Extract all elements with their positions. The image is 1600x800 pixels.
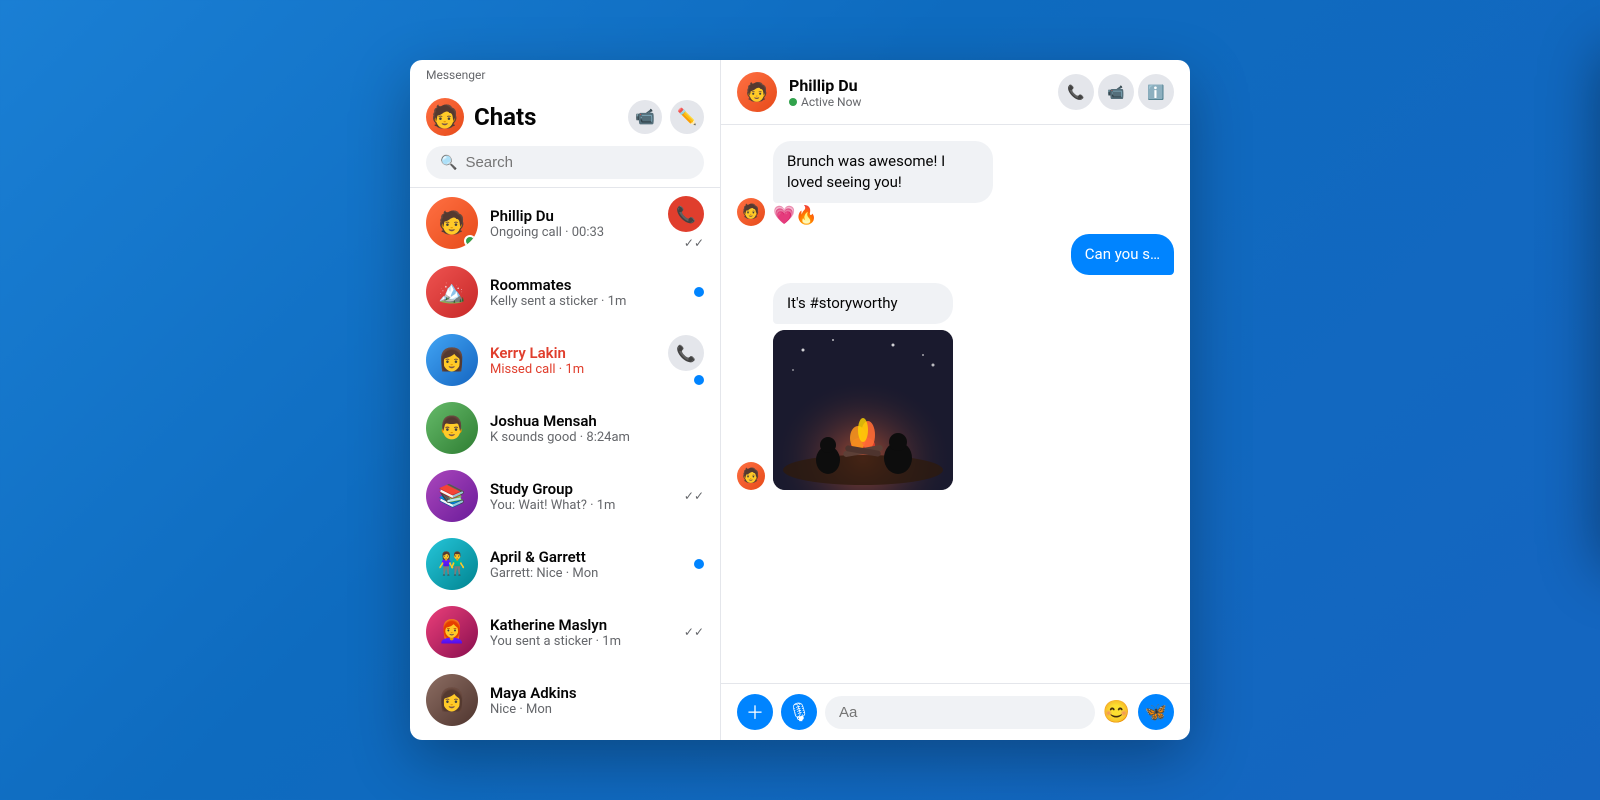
header-icons: 📹 ✏️ [628,100,704,134]
campfire-image [773,330,953,490]
chat-item-maya-adkins[interactable]: 👩 Maya Adkins Nice · Mon [410,666,720,734]
chat-info-phillip-du: Phillip Du Ongoing call · 00:33 [490,207,656,240]
user-avatar[interactable]: 🧑 [426,98,464,136]
message-bubble-sent: Can you s… [1071,234,1174,275]
chat-name-study-group: Study Group [490,480,672,498]
app-window: Messenger 🧑 Chats 📹 ✏️ 🔍 [410,60,1190,740]
search-bar: 🔍 [426,146,704,179]
chat-preview-joshua-mensah: K sounds good · 8:24am [490,430,692,445]
chat-meta-kerry-lakin: 📞 [668,335,704,385]
chat-name-katherine-maslyn: Katherine Maslyn [490,616,672,634]
chat-preview-roommates: Kelly sent a sticker · 1m [490,294,682,309]
message-avatar-2: 🧑 [737,462,765,490]
chat-info-maya-adkins: Maya Adkins Nice · Mon [490,684,692,717]
chat-input-area: ＋ 🎙 😊 🦋 [721,683,1190,740]
chat-info-study-group: Study Group You: Wait! What? · 1m [490,480,672,513]
chat-name-april-garrett: April & Garrett [490,548,682,566]
video-call-button[interactable]: 📹 [628,100,662,134]
unread-dot-april-garrett [694,559,704,569]
contact-name: Phillip Du [789,76,1046,95]
sidebar: Messenger 🧑 Chats 📹 ✏️ 🔍 [410,60,720,740]
message-bubble-storyworthy: It's #storyworthy [773,283,953,324]
video-call-header-button[interactable]: 📹 [1098,74,1134,110]
chat-item-kerry-lakin[interactable]: 👩 Kerry Lakin Missed call · 1m 📞 [410,326,720,394]
chat-name-phillip-du: Phillip Du [490,207,656,225]
message-can-you: Can you s… [737,234,1174,275]
chat-name-maya-adkins: Maya Adkins [490,684,692,702]
unread-dot-kerry [694,375,704,385]
chat-item-roommates[interactable]: 🏔️ Roommates Kelly sent a sticker · 1m [410,258,720,326]
chat-preview-phillip-du: Ongoing call · 00:33 [490,225,656,240]
chat-item-karan-brian[interactable]: 👬 Karan & Brian [410,734,720,740]
butterfly-button[interactable]: 🦋 [1138,694,1174,730]
chat-list: 🧑 Phillip Du Ongoing call · 00:33 📞 ✓✓ 🏔… [410,188,720,740]
chat-header: 🧑 Phillip Du Active Now 📞 📹 ℹ️ [721,60,1190,125]
chat-meta-study-group: ✓✓ [684,489,704,503]
message-storyworthy: 🧑 It's #storyworthy [737,283,1174,490]
chat-meta-roommates [694,287,704,297]
avatar-kerry-lakin: 👩 [426,334,478,386]
search-icon: 🔍 [440,155,457,171]
chat-preview-kerry-lakin: Missed call · 1m [490,362,656,377]
message-input[interactable] [825,696,1095,729]
chats-header: 🧑 Chats 📹 ✏️ [426,98,704,136]
message-reactions-brunch: 💗🔥 [773,205,993,226]
avatar-phillip-du: 🧑 [426,197,478,249]
avatar-katherine-maslyn: 👩‍🦰 [426,606,478,658]
status-dot [789,98,797,106]
message-brunch: 🧑 Brunch was awesome! I loved seeing you… [737,141,1174,226]
chat-meta-april-garrett [694,559,704,569]
contact-info: Phillip Du Active Now [789,76,1046,109]
avatar-study-group: 📚 [426,470,478,522]
chat-name-joshua-mensah: Joshua Mensah [490,412,692,430]
end-call-button[interactable]: 📞 [668,196,704,232]
messages-area: 🧑 Brunch was awesome! I loved seeing you… [721,125,1190,683]
story-image [773,330,953,490]
avatar-maya-adkins: 👩 [426,674,478,726]
avatar-joshua-mensah: 👨 [426,402,478,454]
contact-avatar: 🧑 [737,72,777,112]
chat-meta-phillip-du: 📞 ✓✓ [668,196,704,250]
chat-meta-katherine-maslyn: ✓✓ [684,625,704,639]
chat-preview-katherine-maslyn: You sent a sticker · 1m [490,634,672,649]
chat-info-kerry-lakin: Kerry Lakin Missed call · 1m [490,344,656,377]
app-titlebar: Messenger [410,60,720,86]
chat-item-study-group[interactable]: 📚 Study Group You: Wait! What? · 1m ✓✓ [410,462,720,530]
chat-preview-april-garrett: Garrett: Nice · Mon [490,566,682,581]
chat-name-kerry-lakin: Kerry Lakin [490,344,656,362]
chat-name-roommates: Roommates [490,276,682,294]
chats-title: Chats [474,103,536,131]
new-message-button[interactable]: ✏️ [670,100,704,134]
chat-panel: 🧑 Phillip Du Active Now 📞 📹 ℹ️ 🧑 Brunch … [720,60,1190,740]
read-check-phillip-du: ✓✓ [684,236,704,250]
voice-call-button[interactable]: 📞 [1058,74,1094,110]
read-check-katherine: ✓✓ [684,625,704,639]
chat-preview-study-group: You: Wait! What? · 1m [490,498,672,513]
chat-item-katherine-maslyn[interactable]: 👩‍🦰 Katherine Maslyn You sent a sticker … [410,598,720,666]
search-input[interactable] [465,154,690,171]
chat-info-roommates: Roommates Kelly sent a sticker · 1m [490,276,682,309]
sidebar-header: 🧑 Chats 📹 ✏️ 🔍 [410,86,720,188]
chat-info-katherine-maslyn: Katherine Maslyn You sent a sticker · 1m [490,616,672,649]
chat-item-phillip-du[interactable]: 🧑 Phillip Du Ongoing call · 00:33 📞 ✓✓ [410,188,720,258]
message-bubble-brunch: Brunch was awesome! I loved seeing you! [773,141,993,203]
chat-preview-maya-adkins: Nice · Mon [490,702,692,717]
mic-button[interactable]: 🎙 [781,694,817,730]
chat-info-april-garrett: April & Garrett Garrett: Nice · Mon [490,548,682,581]
read-check-study-group: ✓✓ [684,489,704,503]
add-button[interactable]: ＋ [737,694,773,730]
app-title: Messenger [426,68,485,82]
phone-icon-kerry[interactable]: 📞 [668,335,704,371]
chat-info-joshua-mensah: Joshua Mensah K sounds good · 8:24am [490,412,692,445]
unread-dot-roommates [694,287,704,297]
info-button[interactable]: ℹ️ [1138,74,1174,110]
chat-item-april-garrett[interactable]: 👫 April & Garrett Garrett: Nice · Mon [410,530,720,598]
message-avatar: 🧑 [737,198,765,226]
emoji-button[interactable]: 😊 [1103,699,1130,725]
chat-item-joshua-mensah[interactable]: 👨 Joshua Mensah K sounds good · 8:24am [410,394,720,462]
avatar-roommates: 🏔️ [426,266,478,318]
chat-header-icons: 📞 📹 ℹ️ [1058,74,1174,110]
avatar-april-garrett: 👫 [426,538,478,590]
contact-status: Active Now [789,95,1046,109]
